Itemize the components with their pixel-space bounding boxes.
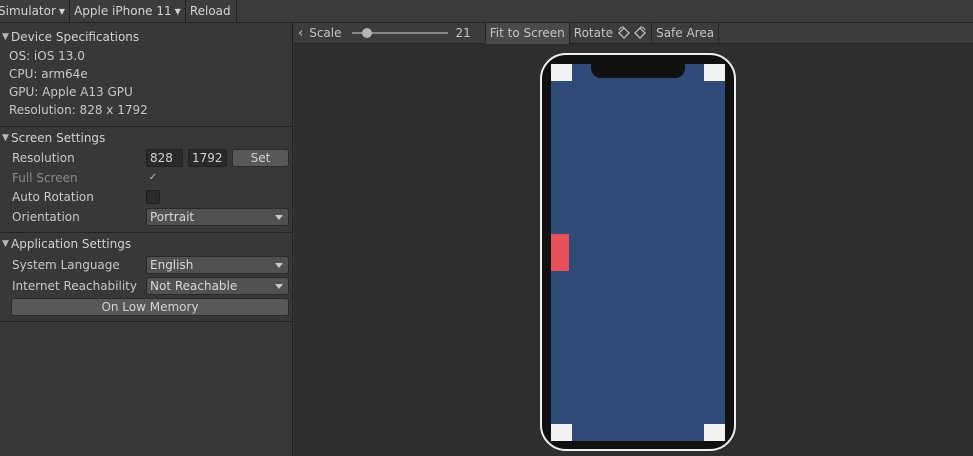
section-title: Application Settings: [11, 237, 132, 251]
rotate-right-icon[interactable]: [633, 26, 647, 40]
internet-reachability-row: Internet Reachability Not Reachable: [0, 275, 292, 296]
resolution-row: Resolution 828 1792 Set: [0, 148, 292, 168]
rotate-control: Rotate: [570, 22, 653, 44]
fit-to-screen-label: Fit to Screen: [489, 26, 565, 40]
application-settings-section: ▼ Application Settings System Language E…: [0, 234, 292, 322]
chevron-down-icon: ▼: [174, 6, 181, 16]
auto-rotation-checkbox[interactable]: [146, 189, 160, 204]
scale-slider-thumb[interactable]: [361, 28, 372, 38]
orientation-dropdown[interactable]: Portrait: [146, 208, 289, 226]
device-dropdown[interactable]: Apple iPhone 11 ▼: [70, 0, 186, 22]
resolution-info: Resolution: 828 x 1792: [9, 103, 148, 117]
device-specifications-header[interactable]: ▼ Device Specifications: [0, 27, 292, 47]
resolution-width-input[interactable]: 828: [146, 149, 183, 167]
application-settings-header[interactable]: ▼ Application Settings: [0, 234, 292, 254]
full-screen-row: Full Screen ✓: [0, 168, 292, 187]
screen-settings-header[interactable]: ▼ Screen Settings: [0, 128, 292, 148]
rotate-left-icon[interactable]: [617, 26, 631, 40]
auto-rotation-row: Auto Rotation: [0, 187, 292, 206]
system-language-dropdown[interactable]: English: [146, 255, 289, 274]
chevron-down-icon: ▼: [58, 6, 66, 16]
device-viewport: [294, 44, 973, 456]
auto-rotation-label: Auto Rotation: [12, 189, 94, 204]
fit-to-screen-button[interactable]: Fit to Screen: [485, 22, 570, 44]
device-label: Apple iPhone 11: [74, 4, 172, 18]
full-screen-label: Full Screen: [12, 170, 78, 185]
simulator-label: Simulator: [0, 4, 56, 18]
red-ui-element: [551, 234, 569, 271]
safe-area-button[interactable]: Safe Area: [652, 22, 720, 44]
orientation-value: Portrait: [150, 210, 195, 224]
on-low-memory-button[interactable]: On Low Memory: [11, 297, 289, 316]
corner-bottom-right: [704, 424, 725, 441]
simulator-dropdown[interactable]: Simulator ▼: [0, 0, 71, 22]
scale-label: Scale: [309, 26, 342, 40]
settings-panel: ▼ Device Specifications OS: iOS 13.0 CPU…: [0, 23, 293, 456]
system-language-label: System Language: [12, 257, 120, 272]
device-specifications-section: ▼ Device Specifications OS: iOS 13.0 CPU…: [0, 27, 292, 127]
phone-notch: [591, 64, 685, 78]
low-memory-row: On Low Memory: [0, 296, 292, 317]
corner-bottom-left: [551, 424, 572, 441]
full-screen-checkbox[interactable]: ✓: [146, 171, 160, 185]
foldout-triangle-icon: ▼: [2, 133, 9, 143]
scale-control: ‹ Scale 21: [294, 22, 486, 44]
orientation-row: Orientation Portrait: [0, 206, 292, 228]
scale-slider[interactable]: [351, 28, 448, 38]
top-toolbar: Simulator ▼ Apple iPhone 11 ▼ Reload: [0, 0, 973, 23]
reload-label: Reload: [189, 4, 231, 18]
section-title: Screen Settings: [11, 131, 106, 145]
set-button[interactable]: Set: [232, 149, 289, 167]
gpu-info: GPU: Apple A13 GPU: [9, 85, 133, 99]
reload-button[interactable]: Reload: [186, 0, 237, 22]
internet-reachability-dropdown[interactable]: Not Reachable: [146, 276, 289, 295]
os-info: OS: iOS 13.0: [9, 49, 85, 63]
orientation-label: Orientation: [12, 210, 80, 224]
corner-top-right: [704, 64, 725, 81]
foldout-triangle-icon: ▼: [2, 239, 9, 249]
dropdown-arrow-icon: [275, 283, 283, 289]
dropdown-arrow-icon: [275, 215, 283, 220]
dropdown-arrow-icon: [275, 262, 283, 268]
resolution-height-input[interactable]: 1792: [188, 149, 227, 167]
section-title: Device Specifications: [11, 30, 140, 44]
phone-frame: [540, 53, 736, 451]
safe-area-label: Safe Area: [656, 26, 715, 40]
rotate-label: Rotate: [573, 26, 614, 40]
corner-top-left: [551, 64, 572, 81]
internet-reachability-value: Not Reachable: [150, 278, 238, 293]
internet-reachability-label: Internet Reachability: [12, 278, 137, 293]
system-language-value: English: [150, 257, 194, 272]
device-screen[interactable]: [551, 64, 725, 441]
viewport-toolbar: ‹ Scale 21 Fit to Screen Rotate Safe Are…: [294, 22, 973, 44]
system-language-row: System Language English: [0, 254, 292, 275]
foldout-triangle-icon: ▼: [2, 32, 9, 42]
chevron-left-icon[interactable]: ‹: [298, 26, 303, 41]
resolution-label: Resolution: [12, 151, 75, 165]
screen-settings-section: ▼ Screen Settings Resolution 828 1792 Se…: [0, 128, 292, 233]
scale-value: 21: [455, 26, 471, 40]
cpu-info: CPU: arm64e: [9, 67, 88, 81]
